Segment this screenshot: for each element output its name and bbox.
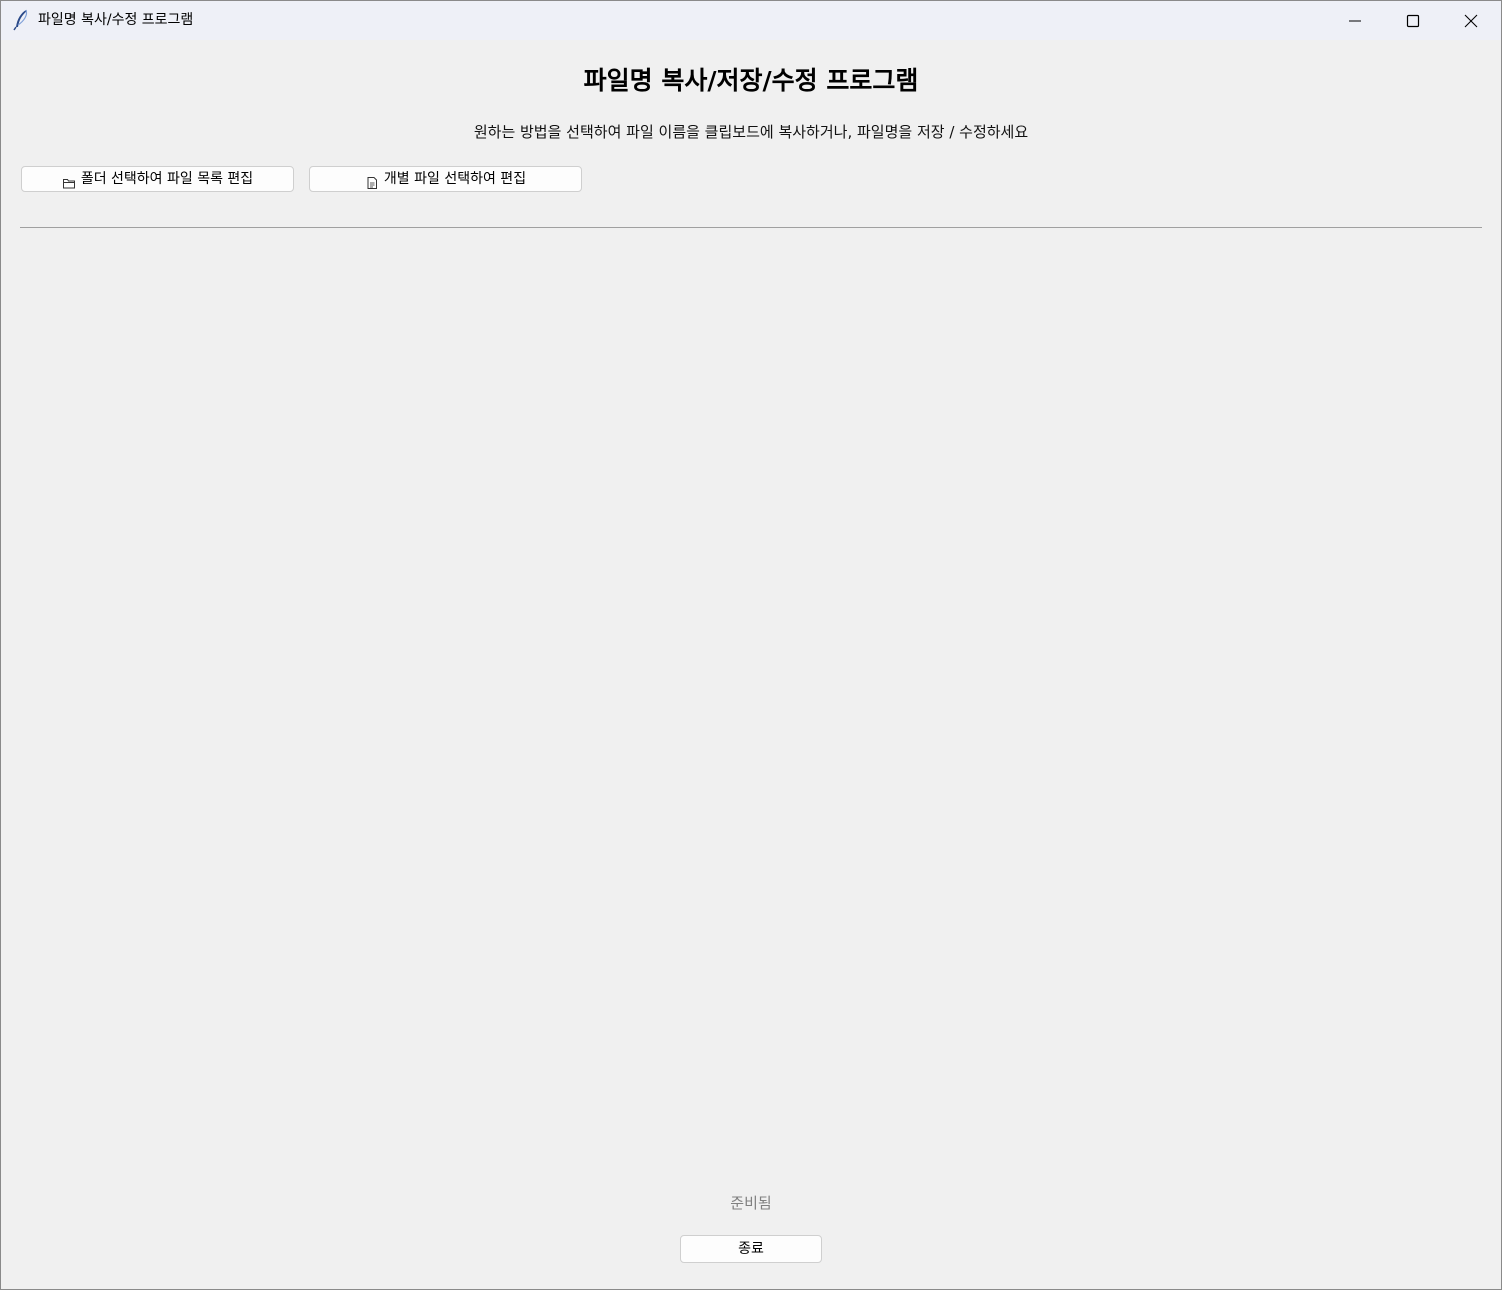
separator	[20, 227, 1482, 228]
select-folder-button[interactable]: 폴더 선택하여 파일 목록 편집	[21, 166, 294, 192]
page-title: 파일명 복사/저장/수정 프로그램	[583, 66, 919, 95]
close-icon	[1464, 14, 1478, 28]
select-file-button[interactable]: 개별 파일 선택하여 편집	[309, 166, 582, 192]
maximize-icon	[1406, 14, 1420, 28]
exit-button[interactable]: 종료	[680, 1235, 822, 1263]
select-folder-label: 폴더 선택하여 파일 목록 편집	[80, 171, 254, 187]
minimize-button[interactable]	[1326, 1, 1384, 40]
select-file-label: 개별 파일 선택하여 편집	[383, 171, 527, 187]
file-icon	[365, 174, 379, 189]
folder-icon	[62, 174, 76, 188]
app-window: 파일명 복사/수정 프로그램 파일명 복사/저장/수정 프로그램 원하는 방법을…	[0, 0, 1502, 1290]
close-button[interactable]	[1442, 1, 1500, 40]
status-text: 준비됨	[730, 1194, 772, 1212]
window-title: 파일명 복사/수정 프로그램	[38, 12, 194, 28]
minimize-icon	[1349, 20, 1361, 22]
maximize-button[interactable]	[1384, 1, 1442, 40]
feather-icon	[12, 9, 30, 31]
exit-label: 종료	[738, 1241, 764, 1257]
page-description: 원하는 방법을 선택하여 파일 이름을 클립보드에 복사하거나, 파일명을 저장…	[473, 123, 1029, 141]
title-bar[interactable]: 파일명 복사/수정 프로그램	[1, 1, 1501, 40]
